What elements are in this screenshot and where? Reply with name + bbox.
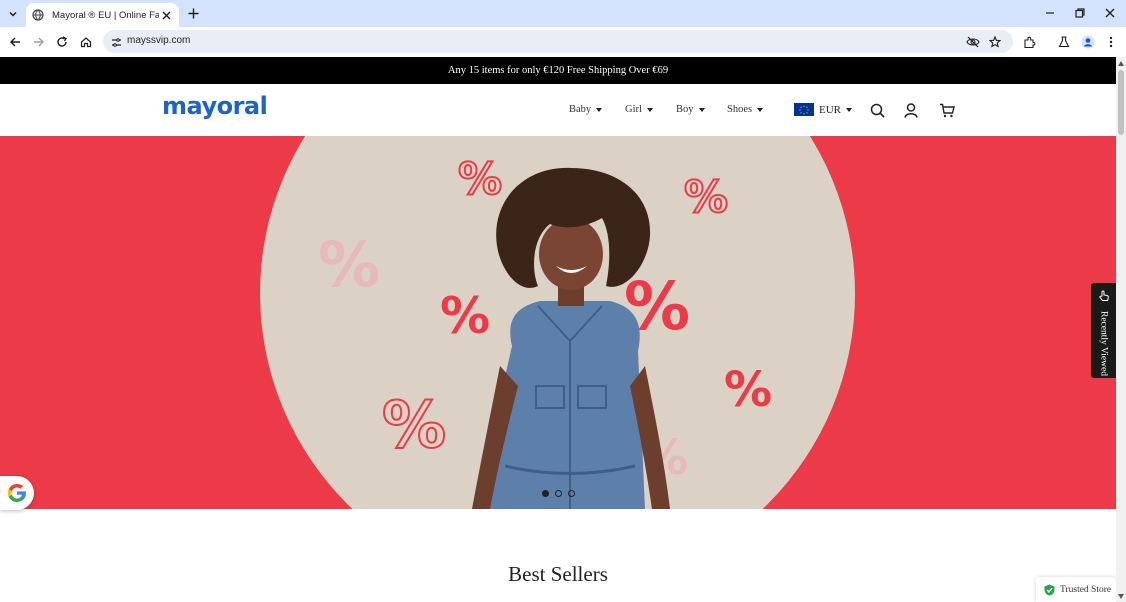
caret-down-icon xyxy=(646,107,653,112)
restore-button[interactable] xyxy=(1070,4,1090,22)
web-page: Any 15 items for only €120 Free Shipping… xyxy=(0,57,1116,602)
reload-button[interactable] xyxy=(53,33,71,51)
nav-baby[interactable]: Baby xyxy=(569,104,603,115)
back-button[interactable] xyxy=(6,33,24,51)
section-title: Best Sellers xyxy=(508,562,608,586)
address-bar[interactable]: mayssvip.com xyxy=(103,30,1013,53)
forward-button[interactable] xyxy=(30,33,48,51)
child-model-image xyxy=(472,167,670,509)
page-scrollbar[interactable] xyxy=(1116,57,1126,602)
currency-label: EUR xyxy=(819,103,841,116)
caret-down-icon xyxy=(596,107,603,112)
nav-label: Shoes xyxy=(727,104,753,115)
close-icon[interactable] xyxy=(159,8,173,22)
url-text: mayssvip.com xyxy=(127,35,191,46)
globe-icon xyxy=(32,9,44,21)
percent-sign-decoration: % xyxy=(724,362,773,418)
close-window-button[interactable] xyxy=(1100,4,1120,22)
labs-flask-icon[interactable] xyxy=(1055,33,1073,51)
eye-off-icon[interactable] xyxy=(965,34,981,50)
announcement-text: Any 15 items for only €120 Free Shipping… xyxy=(447,65,669,76)
nav-girl[interactable]: Girl xyxy=(625,104,653,115)
bookmark-star-icon[interactable] xyxy=(987,34,1003,50)
home-button[interactable] xyxy=(77,33,95,51)
nav-boy[interactable]: Boy xyxy=(676,104,705,115)
slider-dots xyxy=(542,490,575,497)
nav-label: Girl xyxy=(625,104,642,115)
eu-flag-icon xyxy=(794,103,814,116)
tab-title: Mayoral ® EU | Online Fashion xyxy=(52,9,159,21)
slide-dot[interactable] xyxy=(542,490,549,497)
scrollbar-thumb[interactable] xyxy=(1118,70,1124,135)
site-info-icon[interactable] xyxy=(109,35,123,49)
extensions-icon[interactable] xyxy=(1020,33,1038,51)
cart-icon[interactable] xyxy=(938,101,956,119)
announcement-bar: Any 15 items for only €120 Free Shipping… xyxy=(0,57,1116,84)
google-g-icon xyxy=(7,484,26,502)
hand-pointer-icon xyxy=(1098,289,1110,307)
percent-sign-decoration: % xyxy=(381,389,447,463)
slide-dot[interactable] xyxy=(555,490,562,497)
browser-tab[interactable]: Mayoral ® EU | Online Fashion xyxy=(26,3,179,27)
browser-toolbar: mayssvip.com xyxy=(0,27,1126,57)
percent-sign-decoration: % xyxy=(683,172,729,223)
tab-search-button[interactable] xyxy=(4,5,22,23)
tab-strip: Mayoral ® EU | Online Fashion xyxy=(0,0,1126,27)
nav-label: Baby xyxy=(569,104,592,115)
scroll-up-icon[interactable] xyxy=(1118,60,1124,66)
site-logo[interactable]: mayoral xyxy=(162,92,268,120)
account-icon[interactable] xyxy=(902,101,920,119)
recently-viewed-tab[interactable]: Recently Viewed xyxy=(1091,283,1116,378)
caret-down-icon xyxy=(846,107,852,112)
slide-dot[interactable] xyxy=(568,490,575,497)
caret-down-icon xyxy=(698,107,705,112)
profile-avatar-icon[interactable] xyxy=(1079,33,1097,51)
trusted-store-label: Trusted Store xyxy=(1060,584,1112,595)
minimize-button[interactable] xyxy=(1040,4,1060,22)
scroll-down-icon[interactable] xyxy=(1118,593,1124,599)
recently-viewed-label: Recently Viewed xyxy=(1098,311,1109,376)
trusted-store-badge[interactable]: Trusted Store xyxy=(1036,577,1116,602)
menu-kebab-icon[interactable] xyxy=(1102,33,1120,51)
currency-selector[interactable]: EUR xyxy=(794,103,852,116)
hero-banner[interactable]: % % % % % % % % xyxy=(0,136,1116,509)
caret-down-icon xyxy=(757,107,764,112)
nav-shoes[interactable]: Shoes xyxy=(727,104,764,115)
site-header: mayoral Baby Girl Boy Shoes EUR xyxy=(0,84,1116,136)
nav-label: Boy xyxy=(676,104,694,115)
percent-sign-decoration: % xyxy=(318,228,381,301)
google-reviews-badge[interactable] xyxy=(0,476,34,510)
new-tab-button[interactable] xyxy=(185,5,201,21)
search-icon[interactable] xyxy=(868,101,886,119)
shield-check-icon xyxy=(1044,584,1055,595)
